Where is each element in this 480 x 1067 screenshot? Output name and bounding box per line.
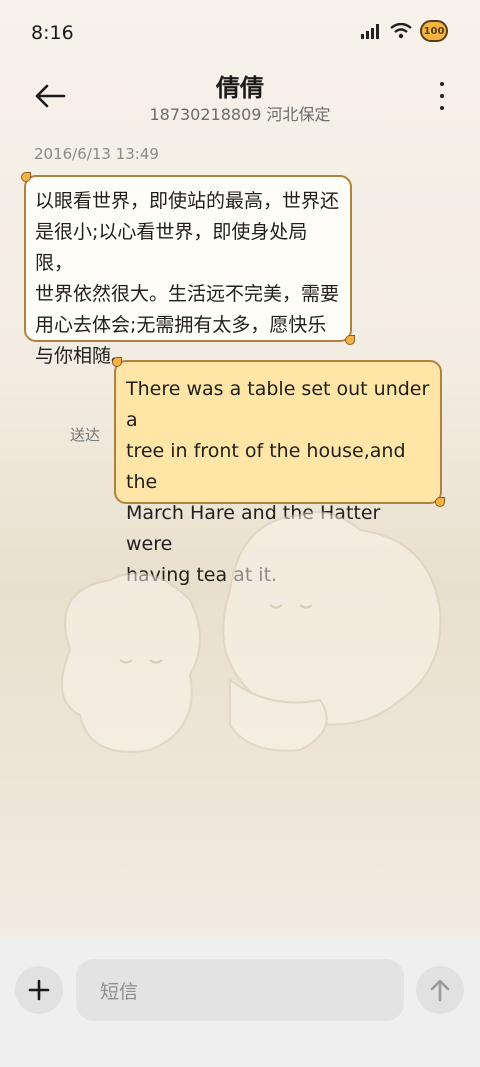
sms-placeholder: 短信: [100, 980, 139, 1003]
leaf-decoration-icon: [112, 357, 122, 367]
message-line: There was a table set out under a: [126, 378, 430, 431]
status-bar: 8:16 100: [0, 0, 480, 64]
add-attachment-button[interactable]: [15, 966, 63, 1014]
signal-icon: [361, 24, 379, 39]
leaf-decoration-icon: [21, 172, 31, 182]
message-line: 以眼看世界，即使站的最高，世界还: [35, 190, 340, 212]
send-button[interactable]: [416, 966, 464, 1014]
contact-name: 倩倩: [216, 74, 264, 102]
battery-label: 100: [423, 25, 445, 37]
outgoing-message-bubble[interactable]: There was a table set out under a tree i…: [112, 357, 445, 586]
message-line: tree in front of the house,and the: [126, 440, 406, 493]
contact-info: 18730218809 河北保定: [149, 105, 331, 124]
background-illustration: [61, 511, 442, 753]
send-arrow-icon: [430, 979, 450, 1002]
incoming-message-bubble[interactable]: 以眼看世界，即使站的最高，世界还 是很小;以心看世界，即使身处局限， 世界依然很…: [21, 172, 355, 367]
plus-icon: [28, 979, 50, 1001]
battery-icon: 100: [420, 20, 448, 42]
message-line: 用心去体会;无需拥有太多，愿快乐: [35, 314, 327, 336]
composer-bar: 短信: [0, 936, 480, 1067]
delivery-status: 送达: [70, 426, 101, 444]
leaf-decoration-icon: [345, 335, 355, 345]
sms-input[interactable]: 短信: [76, 959, 404, 1021]
more-vertical-icon[interactable]: [434, 78, 450, 114]
conversation-header: 倩倩 18730218809 河北保定: [0, 64, 480, 134]
message-line: 世界依然很大。生活远不完美，需要: [35, 283, 340, 305]
wifi-icon: [390, 23, 412, 39]
message-timestamp: 2016/6/13 13:49: [34, 145, 159, 163]
status-icons: 100: [360, 20, 448, 42]
status-time: 8:16: [31, 22, 74, 44]
message-line: 是很小;以心看世界，即使身处局限，: [35, 221, 308, 274]
